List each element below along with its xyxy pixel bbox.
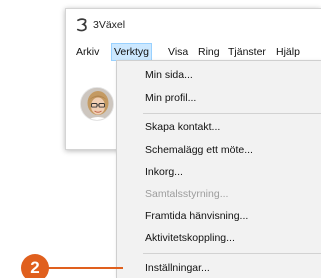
- menu-visa[interactable]: Visa: [168, 43, 188, 61]
- menu-item-schemalagg-mote[interactable]: Schemalägg ett möte...: [145, 141, 253, 159]
- title-bar: 3Växel: [66, 9, 321, 39]
- menu-item-samtalsstyrning: Samtalsstyrning...: [145, 188, 229, 200]
- window-title: 3Växel: [93, 19, 126, 31]
- menu-arkiv[interactable]: Arkiv: [76, 43, 99, 61]
- callout-pointer-line: [47, 267, 123, 269]
- callout-number-badge: 2: [21, 254, 49, 278]
- menu-verktyg[interactable]: Verktyg: [111, 43, 153, 61]
- menu-item-inkorg[interactable]: Inkorg...: [145, 163, 183, 181]
- menu-item-skapa-kontakt[interactable]: Skapa kontakt...: [145, 118, 220, 136]
- menu-item-framtida-hanvisning[interactable]: Framtida hänvisning...: [145, 207, 248, 225]
- menu-separator: [143, 113, 321, 114]
- menu-item-aktivitetskoppling[interactable]: Aktivitetskoppling...: [145, 229, 235, 247]
- menu-separator: [143, 253, 321, 254]
- menu-bar: Arkiv Verktyg Visa Ring Tjänster Hjälp: [66, 43, 321, 61]
- avatar[interactable]: [80, 87, 114, 121]
- tools-dropdown-menu: Min sida... Min profil... Skapa kontakt.…: [116, 60, 321, 278]
- menu-item-min-profil[interactable]: Min profil...: [145, 89, 196, 107]
- user-photo: [81, 88, 113, 120]
- menu-ring[interactable]: Ring: [198, 43, 220, 61]
- menu-item-installningar[interactable]: Inställningar...: [145, 259, 210, 277]
- three-logo-icon: [76, 18, 87, 32]
- menu-item-min-sida[interactable]: Min sida...: [145, 66, 193, 84]
- menu-tjanster[interactable]: Tjänster: [228, 43, 266, 61]
- menu-hjalp[interactable]: Hjälp: [276, 43, 300, 61]
